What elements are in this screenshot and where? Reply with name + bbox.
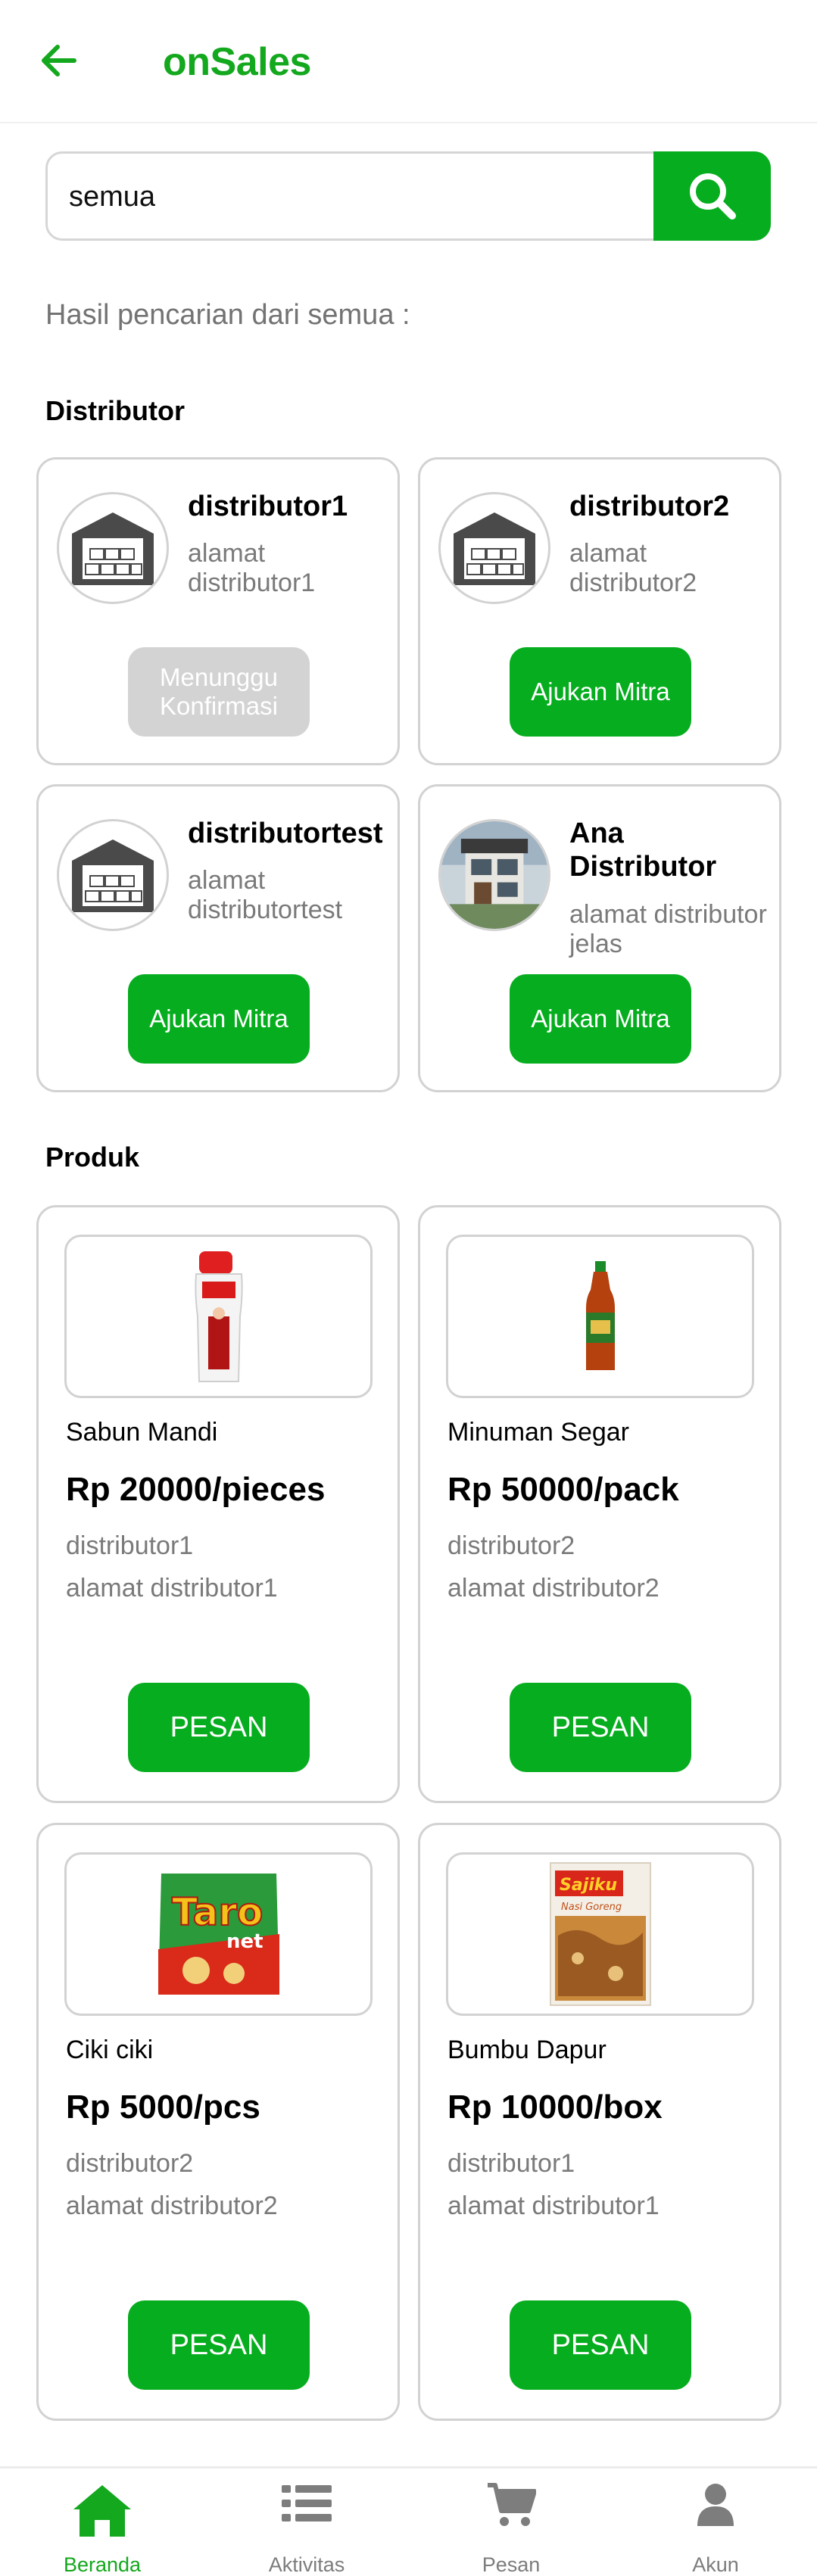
- app-header: onSales: [0, 0, 817, 123]
- product-address: alamat distributor2: [447, 1574, 660, 1603]
- distributor-name: distributor1: [188, 491, 348, 522]
- nav-akun[interactable]: Akun: [613, 2469, 817, 2576]
- svg-text:Nasi Goreng: Nasi Goreng: [561, 1902, 622, 1913]
- nav-aktivitas[interactable]: Aktivitas: [204, 2469, 409, 2576]
- distributor-address: alamat distributor jelas: [569, 900, 767, 958]
- product-price: Rp 10000/box: [447, 2089, 663, 2126]
- soap-bottle-icon: [64, 1235, 373, 1398]
- distributor-name: distributortest: [188, 818, 383, 849]
- search-button[interactable]: [653, 151, 771, 241]
- user-icon: [696, 2482, 735, 2531]
- apply-partner-button[interactable]: Ajukan Mitra: [510, 647, 691, 737]
- search-input[interactable]: semua: [69, 181, 155, 213]
- seasoning-pack-icon: Sajiku Nasi Goreng: [446, 1852, 754, 2016]
- drink-bottle-icon: [446, 1235, 754, 1398]
- distributor-card[interactable]: distributor2 alamat distributor2 Ajukan …: [418, 457, 781, 765]
- distributor-card[interactable]: Ana Distributor alamat distributor jelas…: [418, 784, 781, 1092]
- waiting-confirmation-button[interactable]: Menunggu Konfirmasi: [128, 647, 310, 737]
- distributor-card[interactable]: distributortest alamat distributortest A…: [36, 784, 400, 1092]
- distributor-address: alamat distributor1: [188, 539, 316, 597]
- search-icon: [689, 173, 736, 220]
- product-name: Sabun Mandi: [66, 1418, 218, 1447]
- cart-icon: [486, 2482, 537, 2531]
- distributor-name: distributor2: [569, 491, 730, 522]
- order-button[interactable]: PESAN: [128, 1683, 310, 1772]
- product-name: Minuman Segar: [447, 1418, 630, 1447]
- building-photo: [438, 819, 550, 931]
- snack-pack-icon: Taro net: [64, 1852, 373, 2016]
- search-bar: semua: [45, 151, 771, 241]
- svg-text:Taro: Taro: [172, 1890, 263, 1934]
- apply-partner-button[interactable]: Ajukan Mitra: [510, 974, 691, 1064]
- order-button[interactable]: PESAN: [510, 2300, 691, 2390]
- svg-text:net: net: [226, 1930, 263, 1953]
- product-card[interactable]: Sabun Mandi Rp 20000/pieces distributor1…: [36, 1205, 400, 1803]
- distributor-name: Ana Distributor: [569, 818, 717, 883]
- product-price: Rp 5000/pcs: [66, 2089, 260, 2126]
- back-arrow-icon[interactable]: [36, 38, 82, 83]
- distributor-card[interactable]: distributor1 alamat distributor1 Menungg…: [36, 457, 400, 765]
- product-distributor: distributor2: [447, 1531, 575, 1560]
- order-button[interactable]: PESAN: [510, 1683, 691, 1772]
- search-result-title: Hasil pencarian dari semua :: [45, 299, 410, 331]
- distributor-address: alamat distributor2: [569, 539, 697, 597]
- product-name: Bumbu Dapur: [447, 2036, 607, 2064]
- product-card[interactable]: Sajiku Nasi Goreng Bumbu Dapur Rp 10000/b…: [418, 1823, 781, 2421]
- warehouse-icon: [57, 492, 169, 604]
- product-card[interactable]: Taro net Ciki ciki Rp 5000/pcs distributo…: [36, 1823, 400, 2421]
- svg-text:Sajiku: Sajiku: [560, 1876, 617, 1895]
- nav-beranda[interactable]: Beranda: [0, 2469, 204, 2576]
- product-section-title: Produk: [45, 1142, 140, 1173]
- product-distributor: distributor2: [66, 2149, 194, 2178]
- nav-label: Aktivitas: [268, 2553, 345, 2576]
- warehouse-icon: [438, 492, 550, 604]
- product-address: alamat distributor1: [447, 2191, 660, 2220]
- product-distributor: distributor1: [447, 2149, 575, 2178]
- warehouse-icon: [57, 819, 169, 931]
- product-address: alamat distributor2: [66, 2191, 278, 2220]
- nav-label: Akun: [692, 2553, 739, 2576]
- nav-pesan[interactable]: Pesan: [409, 2469, 613, 2576]
- distributor-section-title: Distributor: [45, 395, 185, 426]
- product-address: alamat distributor1: [66, 1574, 278, 1603]
- nav-label: Beranda: [63, 2553, 142, 2576]
- product-price: Rp 20000/pieces: [66, 1471, 326, 1508]
- list-icon: [282, 2482, 332, 2528]
- bottom-navigation: Beranda Aktivitas Pesan Akun: [0, 2466, 817, 2576]
- app-title: onSales: [163, 40, 311, 84]
- distributor-address: alamat distributortest: [188, 866, 343, 924]
- product-price: Rp 50000/pack: [447, 1471, 679, 1508]
- product-name: Ciki ciki: [66, 2036, 154, 2064]
- product-card[interactable]: Minuman Segar Rp 50000/pack distributor2…: [418, 1205, 781, 1803]
- order-button[interactable]: PESAN: [128, 2300, 310, 2390]
- home-icon: [70, 2482, 134, 2542]
- apply-partner-button[interactable]: Ajukan Mitra: [128, 974, 310, 1064]
- nav-label: Pesan: [482, 2553, 541, 2576]
- product-distributor: distributor1: [66, 1531, 194, 1560]
